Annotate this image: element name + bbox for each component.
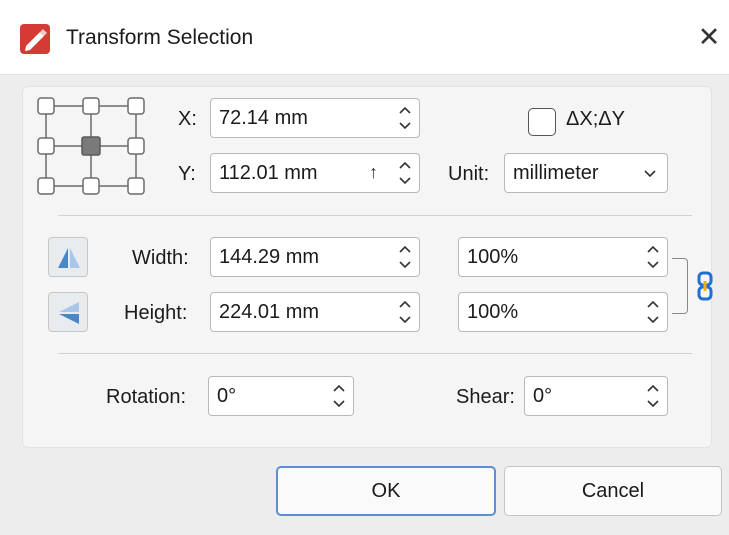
unit-select[interactable]: millimeter xyxy=(504,153,668,193)
rotation-input[interactable]: 0° xyxy=(208,376,354,416)
width-percent-input[interactable]: 100% xyxy=(458,237,668,277)
y-value: 112.01 mm xyxy=(219,162,318,184)
x-value: 72.14 mm xyxy=(219,107,308,129)
width-percent-spinner-icon[interactable] xyxy=(645,241,661,273)
app-icon xyxy=(20,24,50,54)
flip-vertical-button[interactable] xyxy=(48,292,88,332)
y-spinner-icon[interactable] xyxy=(397,157,413,189)
y-label: Y: xyxy=(178,163,196,185)
height-label: Height: xyxy=(124,302,188,324)
unit-value: millimeter xyxy=(513,162,599,184)
delta-label: ΔX;ΔY xyxy=(566,108,625,130)
flip-horizontal-button[interactable] xyxy=(48,237,88,277)
shear-label: Shear: xyxy=(456,386,515,408)
flip-horizontal-icon xyxy=(58,248,80,268)
unit-label: Unit: xyxy=(448,163,490,185)
flip-vertical-icon xyxy=(59,302,79,324)
shear-spinner-icon[interactable] xyxy=(645,380,661,412)
width-spinner-icon[interactable] xyxy=(397,241,413,273)
rotation-value: 0° xyxy=(217,385,237,407)
y-input[interactable]: 112.01 mm ↑ xyxy=(210,153,420,193)
width-label: Width: xyxy=(132,247,189,269)
width-value: 144.29 mm xyxy=(219,246,320,268)
aspect-link-bracket xyxy=(672,258,688,314)
shear-value: 0° xyxy=(533,385,553,407)
separator xyxy=(58,353,692,354)
height-percent-input[interactable]: 100% xyxy=(458,292,668,332)
height-input[interactable]: 224.01 mm xyxy=(210,292,420,332)
chain-link-icon[interactable] xyxy=(695,271,717,301)
height-spinner-icon[interactable] xyxy=(397,296,413,328)
cancel-button[interactable]: Cancel xyxy=(504,466,722,516)
anchor-point-grid[interactable] xyxy=(36,96,146,196)
x-label: X: xyxy=(178,108,197,130)
ok-button[interactable]: OK xyxy=(276,466,496,516)
delta-checkbox[interactable] xyxy=(528,108,556,136)
rotation-label: Rotation: xyxy=(106,386,187,408)
separator xyxy=(58,215,692,216)
rotation-spinner-icon[interactable] xyxy=(331,380,347,412)
y-direction-indicator: ↑ xyxy=(369,162,378,182)
width-input[interactable]: 144.29 mm xyxy=(210,237,420,277)
window-title: Transform Selection xyxy=(66,26,254,49)
x-input[interactable]: 72.14 mm xyxy=(210,98,420,138)
close-icon[interactable]: ✕ xyxy=(694,22,724,52)
width-percent-value: 100% xyxy=(467,246,519,268)
x-spinner-icon[interactable] xyxy=(397,102,413,134)
height-value: 224.01 mm xyxy=(219,301,320,323)
chevron-down-icon xyxy=(643,167,657,181)
height-percent-value: 100% xyxy=(467,301,519,323)
height-percent-spinner-icon[interactable] xyxy=(645,296,661,328)
shear-input[interactable]: 0° xyxy=(524,376,668,416)
